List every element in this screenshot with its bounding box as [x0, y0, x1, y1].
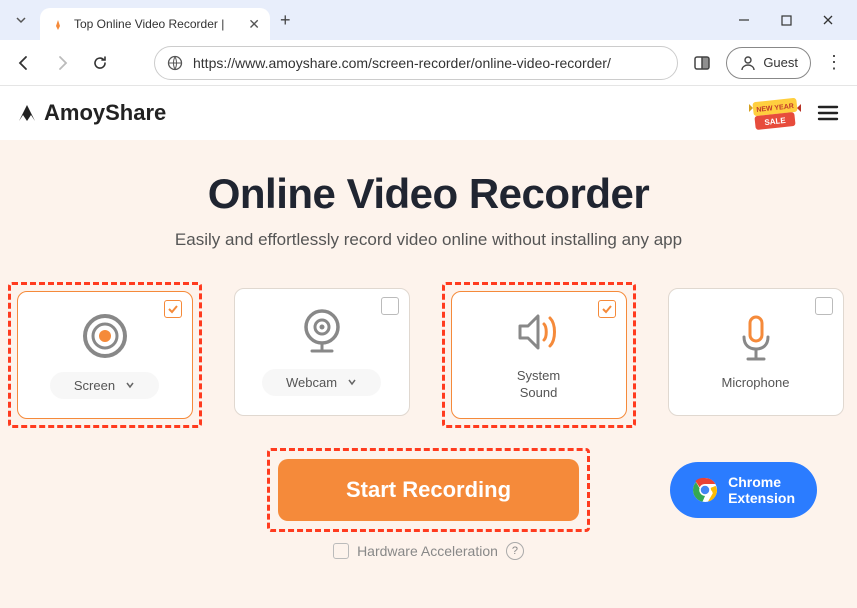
card-wrap-system-sound: System Sound	[442, 282, 636, 428]
microphone-icon	[736, 315, 776, 363]
card-wrap-screen: Screen	[8, 282, 202, 428]
card-wrap-webcam: Webcam	[228, 282, 416, 428]
browser-tab[interactable]: Top Online Video Recorder | ✕	[40, 8, 270, 40]
address-bar[interactable]	[154, 46, 678, 80]
logo-icon	[16, 102, 38, 124]
chrome-extension-button[interactable]: Chrome Extension	[670, 462, 817, 518]
tab-close-icon[interactable]: ✕	[248, 16, 260, 33]
checkbox-webcam[interactable]	[381, 297, 399, 315]
close-icon[interactable]	[819, 11, 837, 29]
actions-row: Start Recording Chrome Extension	[0, 448, 857, 532]
screen-record-icon	[79, 312, 131, 360]
label-webcam[interactable]: Webcam	[262, 369, 381, 396]
browser-toolbar: Guest ⋮	[0, 40, 857, 86]
hw-label: Hardware Acceleration	[357, 543, 498, 559]
start-highlight: Start Recording	[267, 448, 590, 532]
side-panel-icon[interactable]	[688, 49, 716, 77]
page-title: Online Video Recorder	[0, 170, 857, 218]
chevron-down-icon	[125, 380, 135, 390]
chevron-down-icon	[347, 377, 357, 387]
card-microphone[interactable]: Microphone	[668, 288, 844, 416]
help-icon[interactable]: ?	[506, 542, 524, 560]
speaker-icon	[514, 308, 564, 356]
tab-favicon-icon	[50, 16, 66, 32]
checkbox-screen[interactable]	[164, 300, 182, 318]
main-content: Online Video Recorder Easily and effortl…	[0, 140, 857, 608]
checkbox-system-sound[interactable]	[598, 300, 616, 318]
card-webcam[interactable]: Webcam	[234, 288, 410, 416]
brand-name: AmoyShare	[44, 100, 166, 126]
new-tab-button[interactable]: +	[280, 10, 291, 31]
site-menu-button[interactable]	[815, 100, 841, 126]
profile-label: Guest	[763, 55, 798, 70]
minimize-icon[interactable]	[735, 11, 753, 29]
reload-button[interactable]	[86, 49, 114, 77]
profile-button[interactable]: Guest	[726, 47, 811, 79]
hardware-acceleration-row: Hardware Acceleration ?	[0, 542, 857, 560]
hw-checkbox[interactable]	[333, 543, 349, 559]
label-screen[interactable]: Screen	[50, 372, 159, 399]
card-system-sound[interactable]: System Sound	[451, 291, 627, 419]
checkbox-microphone[interactable]	[815, 297, 833, 315]
tab-list-dropdown[interactable]	[8, 7, 34, 33]
back-button[interactable]	[10, 49, 38, 77]
forward-button[interactable]	[48, 49, 76, 77]
label-system-sound: System Sound	[517, 368, 560, 402]
sale-badge[interactable]: NEW YEAR SALE	[749, 94, 801, 134]
source-cards: Screen Webcam	[0, 282, 857, 428]
person-icon	[739, 54, 757, 72]
page-subtitle: Easily and effortlessly record video onl…	[0, 230, 857, 250]
card-screen[interactable]: Screen	[17, 291, 193, 419]
site-info-icon[interactable]	[167, 55, 183, 71]
browser-menu-icon[interactable]: ⋮	[821, 52, 847, 73]
window-controls	[735, 11, 849, 29]
maximize-icon[interactable]	[777, 11, 795, 29]
card-wrap-microphone: Microphone	[662, 282, 850, 428]
webcam-icon	[298, 309, 346, 357]
label-microphone: Microphone	[722, 375, 790, 390]
url-input[interactable]	[193, 55, 665, 71]
tab-title: Top Online Video Recorder |	[74, 17, 240, 31]
chrome-icon	[692, 477, 718, 503]
start-recording-button[interactable]: Start Recording	[278, 459, 579, 521]
extension-label: Chrome Extension	[728, 474, 795, 506]
site-header: AmoyShare NEW YEAR SALE	[0, 86, 857, 140]
brand-logo[interactable]: AmoyShare	[16, 100, 166, 126]
window-titlebar: Top Online Video Recorder | ✕ +	[0, 0, 857, 40]
